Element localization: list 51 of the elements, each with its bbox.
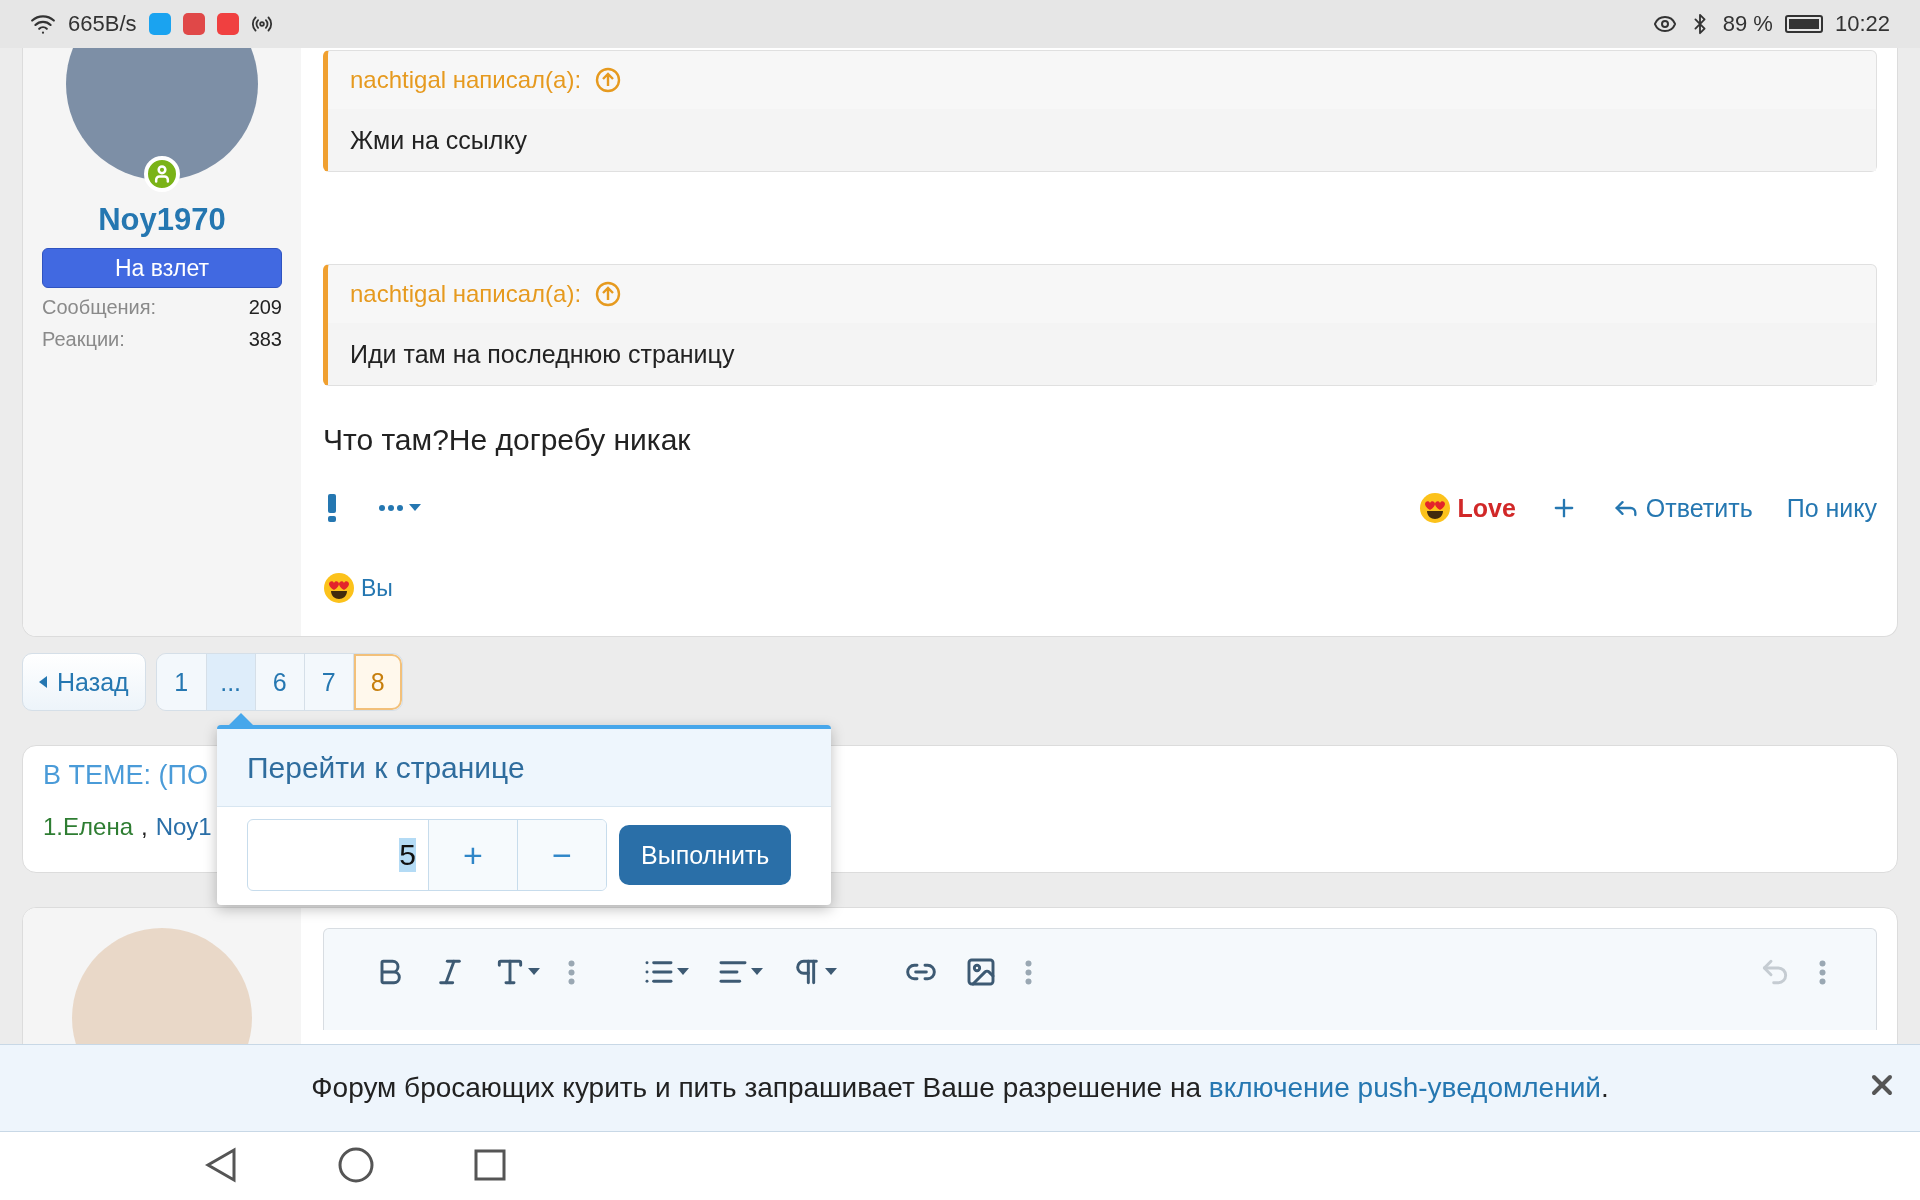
image-icon: [965, 956, 997, 988]
push-enable-link[interactable]: включение push-уведомлений: [1208, 1072, 1601, 1103]
love-reaction-button[interactable]: Love: [1419, 492, 1516, 524]
app-icon: [216, 13, 239, 35]
back-button[interactable]: Назад: [22, 653, 146, 711]
username[interactable]: Noy1970: [98, 202, 226, 238]
ellipsis-icon: [379, 505, 403, 511]
app-icon: [182, 13, 205, 35]
topic-heading: В ТЕМЕ: (ПО: [43, 760, 208, 791]
more-options-icon: [568, 959, 575, 985]
participant-link[interactable]: Noy1: [155, 813, 212, 841]
page-link[interactable]: ...: [205, 654, 255, 710]
heart-eyes-emoji-icon: [1419, 492, 1452, 524]
caret-icon: [528, 968, 540, 976]
caret-icon: [677, 968, 689, 976]
caret-icon: [751, 968, 763, 976]
banner-text: Форум бросающих курить и пить запрашивает Ваше разрешение на включение push-уведомлений.: [311, 1072, 1609, 1104]
exclamation-icon: [327, 494, 337, 522]
caret-left-icon: [39, 676, 47, 688]
triangle-icon: [204, 1146, 238, 1183]
popup-title: Перейти к странице: [217, 729, 831, 807]
post-message: Что там?Не догребу никак: [323, 422, 692, 458]
network-speed: 665B/s: [68, 11, 137, 37]
reply-button[interactable]: Ответить: [1611, 493, 1753, 523]
by-nick-button[interactable]: По нику: [1786, 493, 1877, 523]
square-icon: [474, 1148, 506, 1181]
page-link[interactable]: 6: [254, 654, 304, 710]
circle-icon: [338, 1146, 374, 1183]
recents-nav-button[interactable]: [474, 1148, 506, 1184]
stat-label: Реакции:: [42, 327, 125, 352]
stat-label: Сообщения:: [42, 295, 157, 320]
battery-icon: [1784, 15, 1823, 33]
more-options-icon: [1025, 959, 1032, 985]
more-options-icon: [1819, 959, 1826, 985]
user-title-badge: На взлет: [42, 248, 282, 288]
caret-icon: [825, 968, 837, 976]
separator: ,: [141, 813, 148, 841]
go-button[interactable]: Выполнить: [619, 825, 792, 885]
participant-link[interactable]: 1.Елена: [43, 813, 133, 841]
reactions-summary-link[interactable]: Вы: [361, 574, 393, 602]
caret-icon: [409, 504, 421, 512]
back-nav-button[interactable]: [204, 1146, 238, 1186]
page-link[interactable]: 1: [156, 654, 206, 710]
battery-percent: 89 %: [1722, 11, 1773, 37]
clock: 10:22: [1834, 11, 1890, 37]
app-icon: [148, 13, 171, 35]
stat-value: 383: [248, 327, 282, 352]
stat-value: 209: [248, 295, 282, 320]
heart-eyes-emoji-icon: [323, 572, 355, 604]
page-link[interactable]: 8: [352, 654, 402, 710]
page-link[interactable]: 7: [303, 654, 353, 710]
